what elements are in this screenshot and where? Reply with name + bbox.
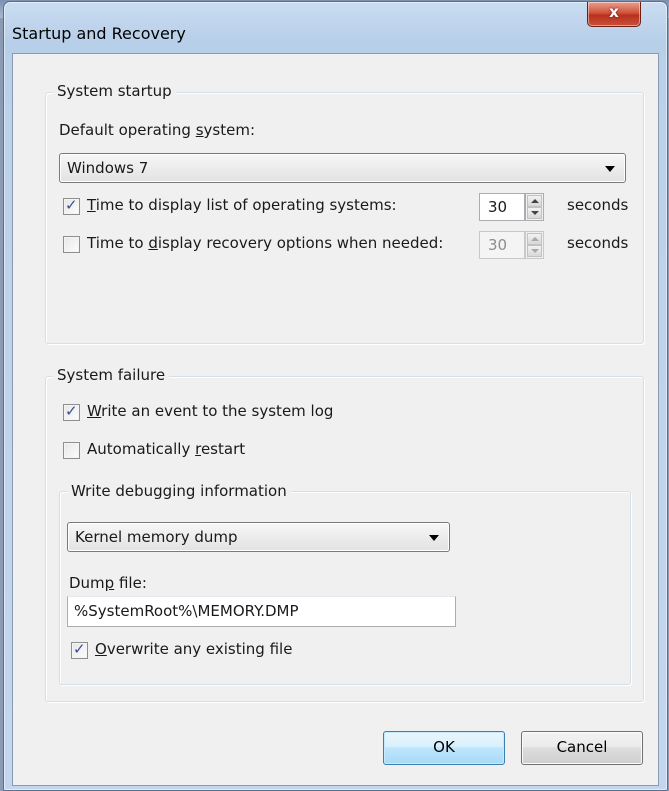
default-os-label: Default operating system: (59, 121, 256, 139)
display-recovery-checkbox[interactable] (63, 236, 80, 253)
auto-restart-label: Automatically restart (87, 440, 246, 458)
close-icon: x (609, 3, 619, 21)
checkmark-icon: ✓ (65, 402, 78, 420)
display-os-list-checkbox[interactable]: ✓ (63, 196, 80, 215)
dialog-client-area: System startup Default operating system:… (12, 53, 659, 786)
dialog-title: Startup and Recovery (12, 24, 186, 43)
dump-file-input[interactable] (68, 597, 455, 625)
debug-info-group-label: Write debugging information (67, 482, 291, 500)
write-event-checkbox[interactable]: ✓ (63, 402, 80, 421)
debug-type-dropdown[interactable]: Kernel memory dump (67, 522, 450, 552)
checkmark-icon: ✓ (65, 196, 78, 214)
display-recovery-label: Time to display recovery options when ne… (87, 234, 444, 252)
system-failure-group-label: System failure (53, 366, 170, 384)
display-recovery-spinner[interactable] (525, 231, 544, 259)
dump-file-label: Dump file: (69, 574, 147, 592)
close-button[interactable]: x (587, 2, 641, 27)
spin-up-icon[interactable] (527, 195, 542, 207)
startup-recovery-dialog: Startup and Recovery x System startup De… (3, 1, 668, 791)
spin-down-icon[interactable] (527, 245, 542, 257)
overwrite-label: Overwrite any existing file (95, 640, 293, 658)
cancel-button[interactable]: Cancel (521, 731, 643, 765)
overwrite-checkbox[interactable]: ✓ (71, 640, 88, 659)
spin-down-icon[interactable] (527, 207, 542, 219)
default-os-dropdown[interactable]: Windows 7 (59, 153, 626, 183)
display-os-list-label: Time to display list of operating system… (87, 196, 397, 214)
display-os-list-unit: seconds (567, 196, 629, 214)
spin-up-icon[interactable] (527, 233, 542, 245)
display-os-list-spinner[interactable] (525, 193, 544, 221)
default-os-value: Windows 7 (67, 159, 149, 177)
dropdown-arrow-icon (429, 535, 439, 541)
checkmark-icon: ✓ (73, 640, 86, 658)
dump-file-field[interactable] (67, 596, 456, 627)
system-startup-group-label: System startup (53, 82, 176, 100)
display-recovery-seconds-input[interactable]: 30 (479, 231, 525, 259)
ok-button[interactable]: OK (383, 731, 505, 765)
auto-restart-checkbox[interactable] (63, 442, 80, 459)
display-os-list-seconds-input[interactable]: 30 (479, 193, 525, 221)
write-event-label: Write an event to the system log (87, 402, 334, 420)
display-recovery-unit: seconds (567, 234, 629, 252)
dropdown-arrow-icon (605, 166, 615, 172)
debug-type-value: Kernel memory dump (75, 528, 238, 546)
